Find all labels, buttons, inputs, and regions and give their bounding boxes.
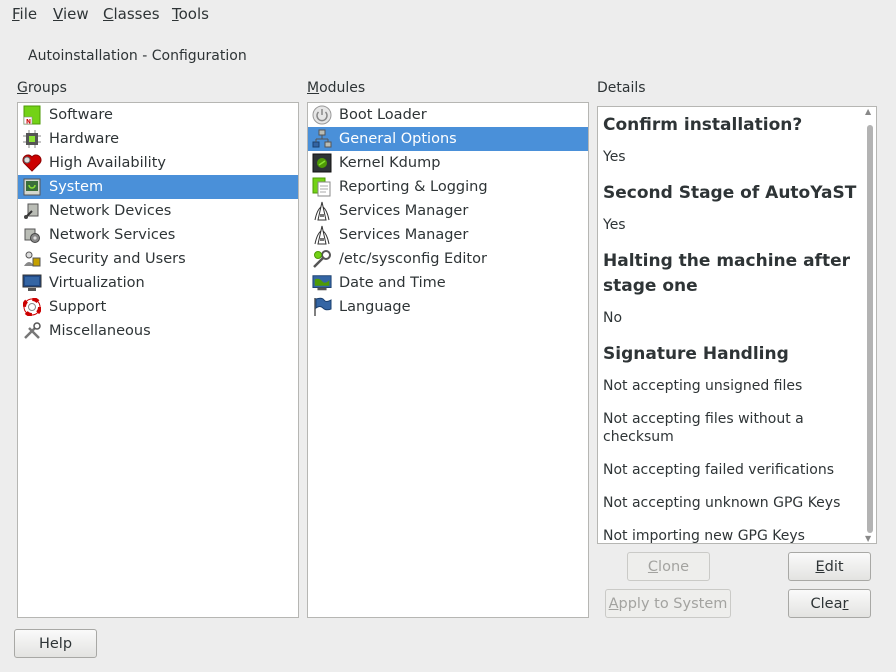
module-item-services-manager[interactable]: Services Manager xyxy=(308,199,588,223)
group-item-label: Security and Users xyxy=(49,251,186,267)
menu-view[interactable]: View xyxy=(53,5,89,23)
details-scrollbar[interactable]: ▲ ▼ xyxy=(865,107,873,543)
group-item-label: High Availability xyxy=(49,155,166,171)
module-item-label: Date and Time xyxy=(339,275,446,291)
group-item-label: Hardware xyxy=(49,131,120,147)
virtualization-icon xyxy=(22,273,42,293)
details-value: Not accepting unknown GPG Keys xyxy=(603,495,841,511)
details-value: No xyxy=(603,310,623,326)
modules-label: Modules xyxy=(307,80,366,96)
menu-classes[interactable]: Classes xyxy=(103,5,160,23)
group-item-system[interactable]: System xyxy=(18,175,298,199)
services-manager-icon xyxy=(312,225,332,245)
module-item-label: Kernel Kdump xyxy=(339,155,441,171)
reporting-icon xyxy=(312,177,332,197)
groups-label: Groups xyxy=(17,80,67,96)
sysconfig-editor-icon xyxy=(312,249,332,269)
group-item-label: Network Devices xyxy=(49,203,172,219)
details-heading: Halting the machine after stage one xyxy=(603,251,850,296)
details-value: Not accepting files without a checksum xyxy=(603,411,804,445)
menu-file[interactable]: File xyxy=(12,5,37,23)
help-button[interactable]: Help xyxy=(14,629,97,658)
module-item-services-manager[interactable]: Services Manager xyxy=(308,223,588,247)
group-item-support[interactable]: Support xyxy=(18,295,298,319)
group-item-network-devices[interactable]: Network Devices xyxy=(18,199,298,223)
language-icon xyxy=(312,297,332,317)
details-value: Yes xyxy=(603,217,626,233)
details-heading: Second Stage of AutoYaST xyxy=(603,183,857,203)
group-item-label: Support xyxy=(49,299,107,315)
module-item-label: Boot Loader xyxy=(339,107,427,123)
module-item-label: Services Manager xyxy=(339,227,469,243)
edit-button[interactable]: Edit xyxy=(788,552,871,581)
window-title: Autoinstallation - Configuration xyxy=(28,48,247,64)
module-item-language[interactable]: Language xyxy=(308,295,588,319)
services-manager-icon xyxy=(312,201,332,221)
group-item-security-and-users[interactable]: Security and Users xyxy=(18,247,298,271)
module-item-date-and-time[interactable]: Date and Time xyxy=(308,271,588,295)
group-item-label: Virtualization xyxy=(49,275,145,291)
details-value: Not importing new GPG Keys xyxy=(603,528,805,544)
boot-loader-icon xyxy=(312,105,332,125)
general-options-icon xyxy=(312,129,332,149)
miscellaneous-icon xyxy=(22,321,42,341)
group-item-label: Software xyxy=(49,107,113,123)
module-item-label: Services Manager xyxy=(339,203,469,219)
group-item-hardware[interactable]: Hardware xyxy=(18,127,298,151)
group-item-network-services[interactable]: Network Services xyxy=(18,223,298,247)
groups-list[interactable]: N Software Hardware High Availability System… xyxy=(17,102,299,618)
details-value: Yes xyxy=(603,149,626,165)
high-availability-icon xyxy=(22,153,42,173)
details-heading: Signature Handling xyxy=(603,344,789,364)
details-heading: Confirm installation? xyxy=(603,115,803,135)
details-label: Details xyxy=(597,80,646,96)
clear-button[interactable]: Clea r xyxy=(788,589,871,618)
module-item-kernel-kdump[interactable]: Kernel Kdump xyxy=(308,151,588,175)
hardware-icon xyxy=(22,129,42,149)
module-item-boot-loader[interactable]: Boot Loader xyxy=(308,103,588,127)
scroll-down-icon[interactable]: ▼ xyxy=(865,534,871,543)
group-item-software[interactable]: N Software xyxy=(18,103,298,127)
scroll-thumb[interactable] xyxy=(867,125,873,533)
date-time-icon xyxy=(312,273,332,293)
scroll-up-icon[interactable]: ▲ xyxy=(865,107,871,116)
group-item-miscellaneous[interactable]: Miscellaneous xyxy=(18,319,298,343)
details-value: Not accepting failed verifications xyxy=(603,462,835,478)
group-item-label: Miscellaneous xyxy=(49,323,151,339)
support-icon xyxy=(22,297,42,317)
details-pane[interactable]: Confirm installation? Yes Second Stage of … xyxy=(597,106,877,544)
details-value: Not accepting unsigned files xyxy=(603,378,803,394)
group-item-label: Network Services xyxy=(49,227,176,243)
module-item-label: General Options xyxy=(339,131,457,147)
network-services-icon xyxy=(22,225,42,245)
details-content: Confirm installation? Yes Second Stage of … xyxy=(603,113,865,544)
clone-button[interactable]: Clone xyxy=(627,552,710,581)
module-item-label: /etc/sysconfig Editor xyxy=(339,251,487,267)
network-devices-icon xyxy=(22,201,42,221)
module-item-etc-sysconfig-editor[interactable]: /etc/sysconfig Editor xyxy=(308,247,588,271)
system-icon xyxy=(22,177,42,197)
group-item-high-availability[interactable]: High Availability xyxy=(18,151,298,175)
module-item-general-options[interactable]: General Options xyxy=(308,127,588,151)
apply-to-system-button[interactable]: Apply to System xyxy=(605,589,731,618)
menu-tools[interactable]: Tools xyxy=(172,5,209,23)
software-icon: N xyxy=(22,105,42,125)
kernel-kdump-icon xyxy=(312,153,332,173)
security-icon xyxy=(22,249,42,269)
module-item-label: Reporting & Logging xyxy=(339,179,488,195)
group-item-virtualization[interactable]: Virtualization xyxy=(18,271,298,295)
modules-list[interactable]: Boot Loader General Options Kernel Kdump Re… xyxy=(307,102,589,618)
svg-text:N: N xyxy=(26,119,31,126)
module-item-label: Language xyxy=(339,299,411,315)
module-item-reporting-logging[interactable]: Reporting & Logging xyxy=(308,175,588,199)
group-item-label: System xyxy=(49,179,104,195)
menu-bar: File View Classes Tools xyxy=(0,0,896,28)
